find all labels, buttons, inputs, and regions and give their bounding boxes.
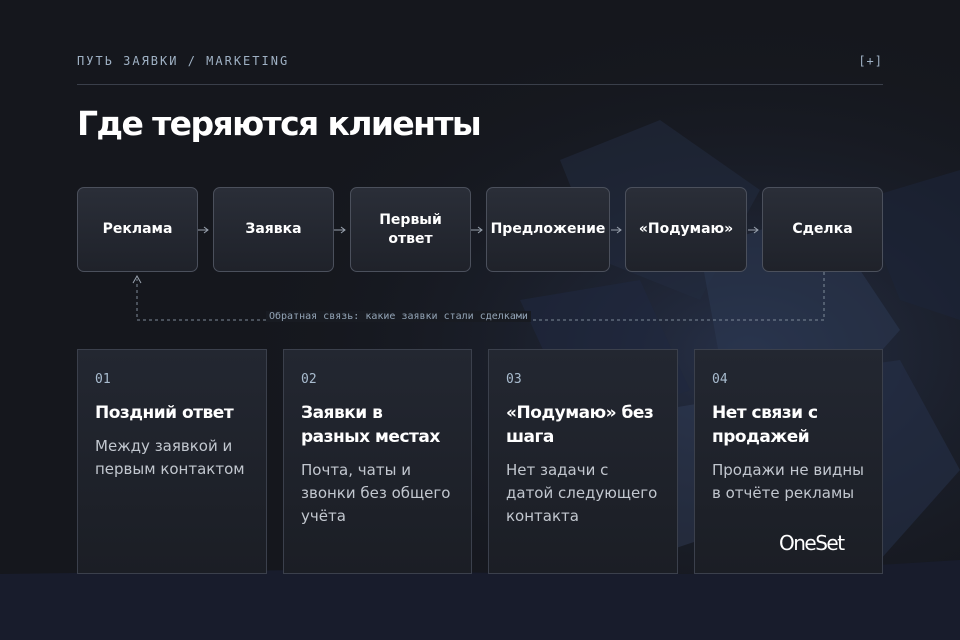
card-title: Заявки в разных местах (301, 403, 440, 447)
flow-arrow-4 (611, 226, 622, 234)
page-title: Где теряются клиенты (77, 104, 482, 143)
card-description: Между заявкой и первым контактом (95, 437, 245, 478)
card-title: «Подумаю» без шага (506, 403, 654, 447)
flow-step-label: «Подумаю» (638, 221, 734, 237)
flow-step-deal: Сделка (762, 187, 883, 272)
flow-step-label: Предложение (490, 221, 606, 237)
card-description: Продажи не видны в отчёте рекламы (712, 461, 864, 502)
expand-button[interactable]: [+] (853, 54, 883, 68)
card-number: 02 (301, 372, 317, 387)
card-title: Нет связи с продажей (712, 403, 818, 447)
problem-card-late-response: 01 Поздний ответ Между заявкой и первым … (77, 349, 267, 574)
header-divider (77, 84, 883, 85)
brand-logo: OneSet (779, 531, 845, 555)
flow-step-label: Реклама (102, 221, 173, 237)
card-title: Поздний ответ (95, 403, 234, 423)
flow-step-ads: Реклама (77, 187, 198, 272)
flow-step-request: Заявка (213, 187, 334, 272)
flow-step-label: Заявка (245, 221, 302, 237)
flow-arrow-5 (748, 226, 759, 234)
flow-step-label: ответ (388, 230, 433, 247)
flow-step-offer: Предложение (486, 187, 610, 272)
flow-step-label: Первый (379, 211, 442, 228)
card-number: 03 (506, 372, 522, 387)
feedback-loop-label: Обратная связь: какие заявки стали сделк… (266, 311, 531, 322)
card-number: 01 (95, 372, 111, 387)
section-kicker: ПУТЬ ЗАЯВКИ / MARKETING (77, 54, 290, 68)
flow-step-think-it-over: «Подумаю» (625, 187, 747, 272)
flow-step-label: Сделка (792, 221, 853, 237)
problem-card-scattered-requests: 02 Заявки в разных местах Почта, чаты и … (283, 349, 472, 574)
problem-card-no-next-step: 03 «Подумаю» без шага Нет задачи с датой… (488, 349, 678, 574)
card-number: 04 (712, 372, 728, 387)
card-description: Почта, чаты и звонки без общего учёта (301, 461, 451, 525)
card-description: Нет задачи с датой следующего контакта (506, 461, 658, 525)
flow-step-first-response: Первый ответ (350, 187, 471, 272)
